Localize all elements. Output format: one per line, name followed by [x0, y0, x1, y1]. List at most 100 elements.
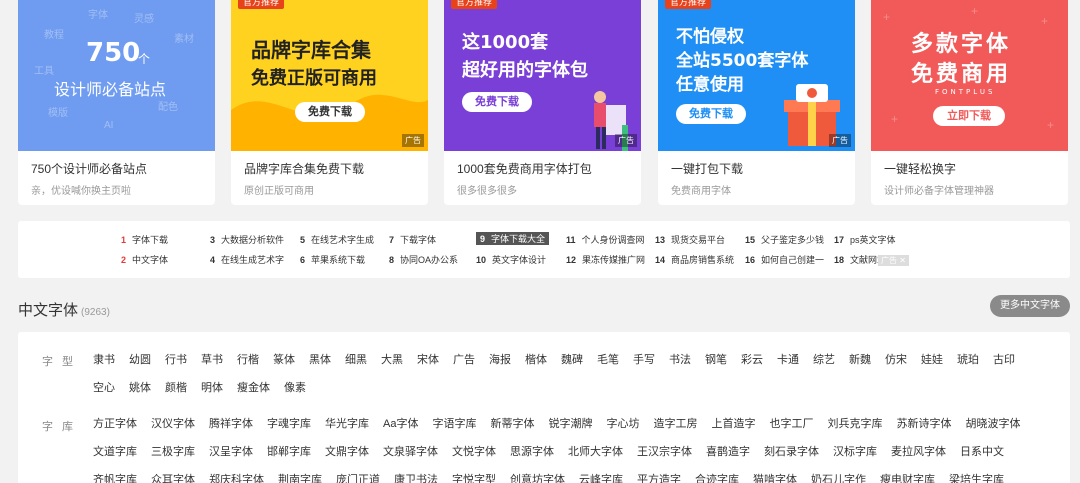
style-tag-link[interactable]: 行书	[165, 346, 187, 374]
hot-link[interactable]: 14 商品房销售系统	[655, 253, 734, 266]
foundry-tag-link[interactable]: 腾祥字体	[209, 410, 253, 438]
foundry-tag-link[interactable]: 云峰字库	[579, 466, 623, 483]
foundry-tag-link[interactable]: 上首造字	[711, 410, 755, 438]
foundry-tag-link[interactable]: 字心坊	[606, 410, 639, 438]
hot-link[interactable]: 4 在线生成艺术字	[210, 253, 284, 266]
style-tag-link[interactable]: 仿宋	[885, 346, 907, 374]
card-design-sites[interactable]: 字体 灵感 教程 素材 工具 配色 模版 AI 750 个 设计师必备站点 75…	[18, 0, 215, 205]
foundry-tag-link[interactable]: 也字工厂	[769, 410, 813, 438]
foundry-tag-link[interactable]: 合迹字库	[695, 466, 739, 483]
style-tag-link[interactable]: 海报	[489, 346, 511, 374]
foundry-tag-link[interactable]: 胡晓波字体	[965, 410, 1020, 438]
foundry-tag-link[interactable]: 三极字库	[151, 438, 195, 466]
free-download-button[interactable]: 免费下载	[676, 104, 746, 124]
foundry-tag-link[interactable]: 文道字库	[93, 438, 137, 466]
more-chinese-fonts-button[interactable]: 更多中文字体	[990, 295, 1070, 317]
style-tag-link[interactable]: 颜楷	[165, 374, 187, 402]
foundry-tag-link[interactable]: 齐帆字库	[93, 466, 137, 483]
foundry-tag-link[interactable]: 方正字体	[93, 410, 137, 438]
style-tag-link[interactable]: 瘦金体	[237, 374, 270, 402]
style-tag-link[interactable]: 明体	[201, 374, 223, 402]
hot-link[interactable]: 6 苹果系统下载	[300, 253, 365, 266]
foundry-tag-link[interactable]: 康卫书法	[394, 466, 438, 483]
hot-link-selected[interactable]: 9 字体下载大全	[476, 232, 550, 245]
style-tag-link[interactable]: 钢笔	[705, 346, 727, 374]
style-tag-link[interactable]: 宋体	[417, 346, 439, 374]
free-download-button[interactable]: 免费下载	[462, 92, 532, 112]
hot-link[interactable]: 2 中文字体	[121, 253, 168, 266]
foundry-tag-link[interactable]: 思源字体	[510, 438, 554, 466]
style-tag-link[interactable]: 篆体	[273, 346, 295, 374]
style-tag-link[interactable]: 毛笔	[597, 346, 619, 374]
free-download-button[interactable]: 免费下载	[295, 102, 365, 122]
foundry-tag-link[interactable]: 文泉驿字体	[383, 438, 438, 466]
style-tag-link[interactable]: 草书	[201, 346, 223, 374]
style-tag-link[interactable]: 行楷	[237, 346, 259, 374]
foundry-tag-link[interactable]: 汉呈字体	[209, 438, 253, 466]
style-tag-link[interactable]: 琥珀	[957, 346, 979, 374]
foundry-tag-link[interactable]: 庞门正道	[336, 466, 380, 483]
card-fontplus[interactable]: + + + + + 多款字体 免费商用 FONTPLUS 立即下载 一键轻松换字…	[871, 0, 1068, 205]
foundry-tag-link[interactable]: 北师大字体	[568, 438, 623, 466]
style-tag-link[interactable]: 楷体	[525, 346, 547, 374]
foundry-tag-link[interactable]: 刻石录字体	[764, 438, 819, 466]
foundry-tag-link[interactable]: 字悦字型	[452, 466, 496, 483]
foundry-tag-link[interactable]: 华光字库	[325, 410, 369, 438]
style-tag-link[interactable]: 综艺	[813, 346, 835, 374]
style-tag-link[interactable]: 广告	[453, 346, 475, 374]
foundry-tag-link[interactable]: 文鼎字体	[325, 438, 369, 466]
foundry-tag-link[interactable]: 奶石儿字作	[811, 466, 866, 483]
hot-link[interactable]: 1 字体下载	[121, 233, 168, 246]
hot-link[interactable]: 13 现货交易平台	[655, 233, 725, 246]
style-tag-link[interactable]: 娃娃	[921, 346, 943, 374]
foundry-tag-link[interactable]: 造字工房	[653, 410, 697, 438]
style-tag-link[interactable]: 大黑	[381, 346, 403, 374]
foundry-tag-link[interactable]: 喜鹊造字	[706, 438, 750, 466]
style-tag-link[interactable]: 手写	[633, 346, 655, 374]
style-tag-link[interactable]: 幼圆	[129, 346, 151, 374]
foundry-tag-link[interactable]: 邯郸字库	[267, 438, 311, 466]
style-tag-link[interactable]: 彩云	[741, 346, 763, 374]
hot-link[interactable]: 5 在线艺术字生成	[300, 233, 374, 246]
foundry-tag-link[interactable]: 汉标字库	[833, 438, 877, 466]
foundry-tag-link[interactable]: 平方造字	[637, 466, 681, 483]
foundry-tag-link[interactable]: 瘦电财字库	[880, 466, 935, 483]
card-title[interactable]: 750个设计师必备站点	[31, 160, 147, 177]
foundry-tag-link[interactable]: 日系中文	[960, 438, 1004, 466]
card-5500-fonts[interactable]: 官方推荐 不怕侵权 全站5500套字体 任意使用 免费下载 广告 一键打包下载 …	[658, 0, 855, 205]
card-title[interactable]: 一键轻松换字	[884, 160, 956, 177]
foundry-tag-link[interactable]: 梁培生字库	[949, 466, 1004, 483]
foundry-tag-link[interactable]: 众耳字体	[151, 466, 195, 483]
style-tag-link[interactable]: 隶书	[93, 346, 115, 374]
card-title[interactable]: 一键打包下载	[671, 160, 743, 177]
foundry-tag-link[interactable]: 苏新诗字体	[896, 410, 951, 438]
style-tag-link[interactable]: 古印	[993, 346, 1015, 374]
foundry-tag-link[interactable]: 锐字潮牌	[548, 410, 592, 438]
style-tag-link[interactable]: 像素	[284, 374, 306, 402]
foundry-tag-link[interactable]: 字语字库	[432, 410, 476, 438]
foundry-tag-link[interactable]: 刘兵克字库	[827, 410, 882, 438]
foundry-tag-link[interactable]: 荆南字库	[278, 466, 322, 483]
card-title[interactable]: 品牌字库合集免费下载	[244, 160, 364, 177]
foundry-tag-link[interactable]: 新蒂字体	[490, 410, 534, 438]
hot-link[interactable]: 7 下载字体	[389, 233, 436, 246]
style-tag-link[interactable]: 书法	[669, 346, 691, 374]
foundry-tag-link[interactable]: 郑庆科字体	[209, 466, 264, 483]
hot-link[interactable]: 12 果冻传媒推广网	[566, 253, 645, 266]
style-tag-link[interactable]: 细黑	[345, 346, 367, 374]
foundry-tag-link[interactable]: 字魂字库	[267, 410, 311, 438]
hot-link[interactable]: 16 如何自己创建一	[745, 253, 824, 266]
hot-link[interactable]: 10 英文字体设计	[476, 253, 546, 266]
card-1000-fonts[interactable]: 官方推荐 这1000套 超好用的字体包 免费下载 广告 1000套免费商用字体打…	[444, 0, 641, 205]
style-tag-link[interactable]: 黑体	[309, 346, 331, 374]
card-brand-fonts[interactable]: 官方推荐 品牌字库合集 免费正版可商用 免费下载 广告 品牌字库合集免费下载 原…	[231, 0, 428, 205]
foundry-tag-link[interactable]: 王汉宗字体	[637, 438, 692, 466]
foundry-tag-link[interactable]: Aa字体	[383, 410, 418, 438]
style-tag-link[interactable]: 新魏	[849, 346, 871, 374]
foundry-tag-link[interactable]: 汉仪字体	[151, 410, 195, 438]
hot-link[interactable]: 15 父子鉴定多少钱	[745, 233, 824, 246]
hot-link[interactable]: 3 大数据分析软件	[210, 233, 284, 246]
foundry-tag-link[interactable]: 麦拉风字体	[891, 438, 946, 466]
foundry-tag-link[interactable]: 创意坊字体	[510, 466, 565, 483]
style-tag-link[interactable]: 空心	[93, 374, 115, 402]
